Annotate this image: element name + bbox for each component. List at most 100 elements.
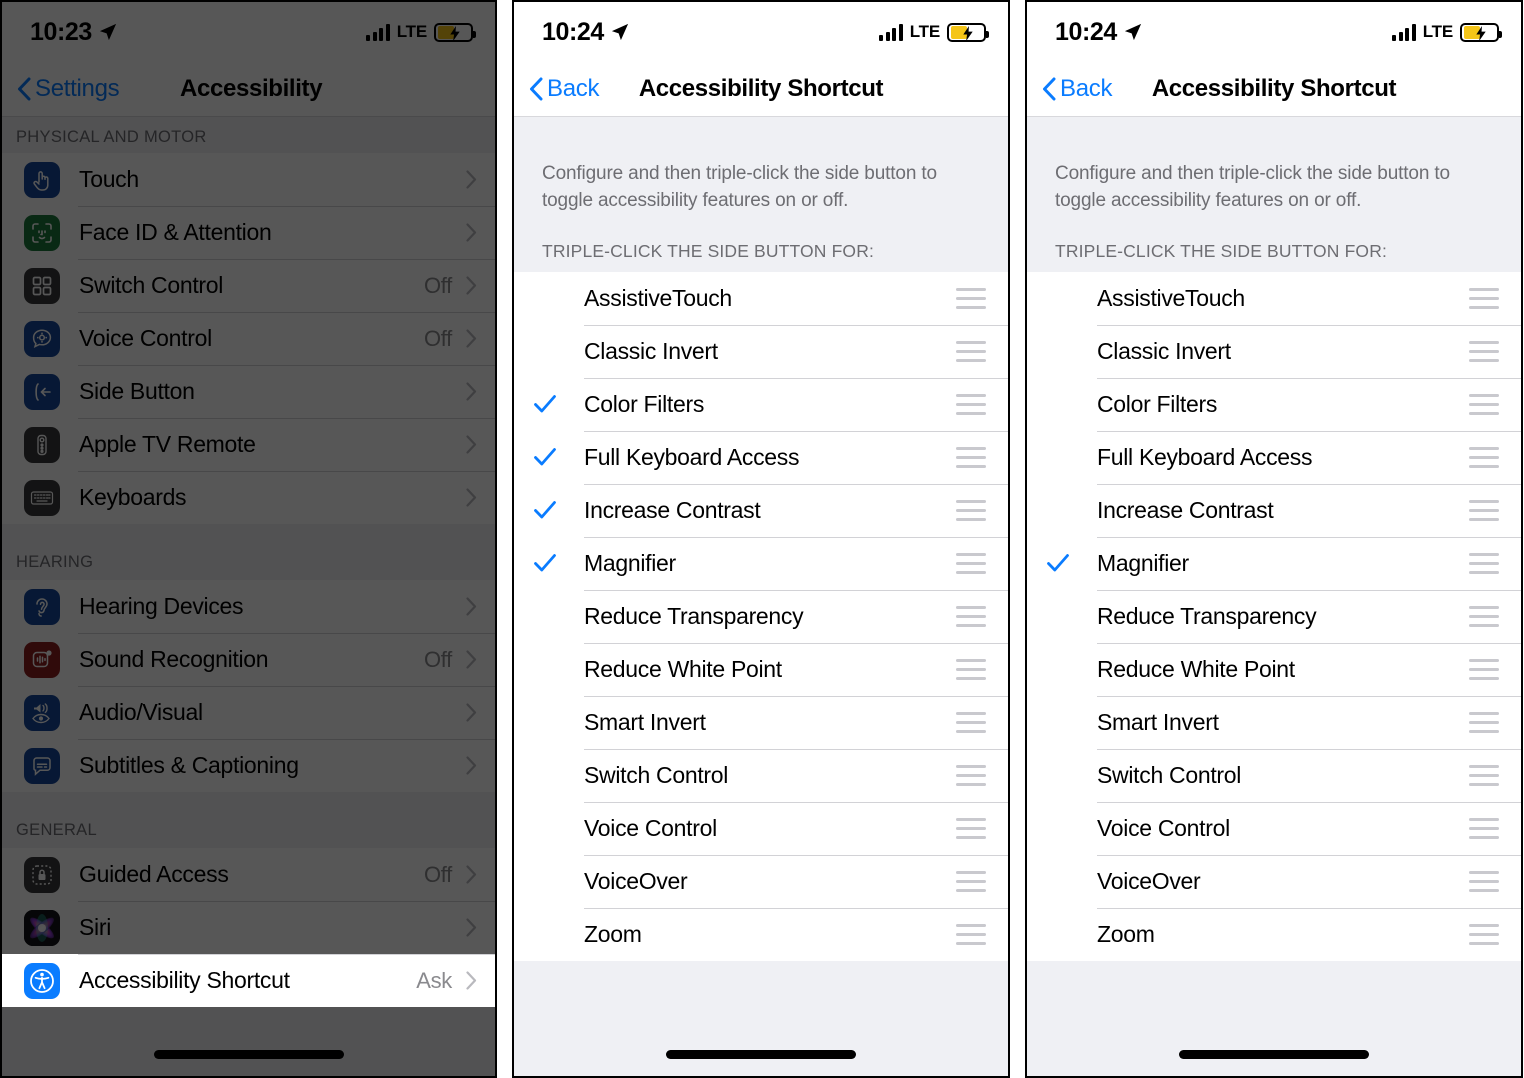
shortcut-item-reduce-transparency[interactable]: Reduce Transparency [1027, 589, 1521, 643]
reorder-handle-icon[interactable] [956, 605, 986, 627]
shortcut-item-zoom[interactable]: Zoom [514, 907, 1008, 961]
shortcut-item-full-keyboard-access[interactable]: Full Keyboard Access [514, 430, 1008, 484]
shortcut-item-voice-control[interactable]: Voice Control [1027, 801, 1521, 855]
shortcut-item-classic-invert[interactable]: Classic Invert [514, 324, 1008, 378]
shortcut-item-assistivetouch[interactable]: AssistiveTouch [1027, 271, 1521, 325]
settings-row-voice-control[interactable]: Voice Control Off [2, 312, 495, 365]
reorder-handle-icon[interactable] [956, 446, 986, 468]
shortcut-item-zoom[interactable]: Zoom [1027, 907, 1521, 961]
chevron-right-icon [466, 597, 477, 616]
shortcut-item-full-keyboard-access[interactable]: Full Keyboard Access [1027, 430, 1521, 484]
settings-row-subtitles-captioning[interactable]: Subtitles & Captioning [2, 739, 495, 792]
settings-row-accessibility-shortcut[interactable]: Accessibility Shortcut Ask [2, 954, 495, 1007]
carrier-label: LTE [909, 22, 940, 41]
shortcut-scroll-area[interactable]: Configure and then triple-click the side… [1027, 117, 1521, 1076]
reorder-handle-icon[interactable] [956, 499, 986, 521]
reorder-handle-icon[interactable] [1469, 393, 1499, 415]
settings-row-keyboards[interactable]: Keyboards [2, 471, 495, 524]
shortcut-item-voiceover[interactable]: VoiceOver [1027, 854, 1521, 908]
shortcut-item-color-filters[interactable]: Color Filters [514, 377, 1008, 431]
reorder-handle-icon[interactable] [956, 764, 986, 786]
shortcut-item-smart-invert[interactable]: Smart Invert [514, 695, 1008, 749]
navigation-bar: Back Accessibility Shortcut [514, 62, 1008, 117]
phone-panel-accessibility-settings: 10:23 LTE Settings Accessibility PHYSICA… [0, 0, 497, 1078]
reorder-handle-icon[interactable] [1469, 658, 1499, 680]
reorder-handle-icon[interactable] [956, 552, 986, 574]
reorder-handle-icon[interactable] [956, 711, 986, 733]
settings-row-side-button[interactable]: Side Button [2, 365, 495, 418]
shortcut-item-magnifier[interactable]: Magnifier [1027, 536, 1521, 590]
switch-control-icon [24, 267, 60, 304]
chevron-right-icon [466, 382, 477, 401]
reorder-handle-icon[interactable] [1469, 764, 1499, 786]
guided-access-icon [24, 856, 60, 893]
home-indicator[interactable] [666, 1050, 856, 1059]
reorder-handle-icon[interactable] [1469, 287, 1499, 309]
home-indicator[interactable] [153, 1050, 344, 1059]
back-button[interactable]: Back [1027, 75, 1112, 103]
chevron-right-icon [466, 276, 477, 295]
settings-scroll-area[interactable]: PHYSICAL AND MOTOR Touch Face ID & Atten… [2, 117, 495, 1076]
chevron-right-icon [466, 329, 477, 348]
shortcut-item-label: Full Keyboard Access [584, 443, 800, 470]
settings-row-label: Keyboards [79, 484, 187, 510]
shortcut-item-switch-control[interactable]: Switch Control [1027, 748, 1521, 802]
settings-row-sound-recognition[interactable]: Sound Recognition Off [2, 633, 495, 686]
reorder-handle-icon[interactable] [1469, 923, 1499, 945]
settings-row-siri[interactable]: Siri [2, 901, 495, 954]
reorder-handle-icon[interactable] [956, 870, 986, 892]
reorder-handle-icon[interactable] [1469, 605, 1499, 627]
shortcut-scroll-area[interactable]: Configure and then triple-click the side… [514, 117, 1008, 1076]
settings-row-face-id-attention[interactable]: Face ID & Attention [2, 206, 495, 259]
shortcut-item-voice-control[interactable]: Voice Control [514, 801, 1008, 855]
home-indicator[interactable] [1179, 1050, 1369, 1059]
settings-row-switch-control[interactable]: Switch Control Off [2, 259, 495, 312]
status-bar-right: LTE [879, 22, 989, 42]
check-slot [1027, 551, 1097, 575]
settings-row-audio-visual[interactable]: Audio/Visual [2, 686, 495, 739]
reorder-handle-icon[interactable] [956, 287, 986, 309]
settings-row-hearing-devices[interactable]: Hearing Devices [2, 580, 495, 633]
reorder-handle-icon[interactable] [956, 393, 986, 415]
shortcut-item-assistivetouch[interactable]: AssistiveTouch [514, 271, 1008, 325]
shortcut-item-color-filters[interactable]: Color Filters [1027, 377, 1521, 431]
phone-panel-shortcut-after: 10:24 LTE Back Accessibility Shortcut Co… [1025, 0, 1523, 1078]
reorder-handle-icon[interactable] [1469, 446, 1499, 468]
reorder-handle-icon[interactable] [956, 658, 986, 680]
audio-visual-icon [24, 694, 60, 731]
shortcut-item-label: Increase Contrast [1097, 496, 1274, 523]
reorder-handle-icon[interactable] [956, 923, 986, 945]
check-slot [514, 392, 584, 416]
reorder-handle-icon[interactable] [1469, 340, 1499, 362]
shortcut-item-label: Color Filters [1097, 390, 1218, 417]
settings-row-value: Off [423, 272, 452, 298]
status-bar: 10:24 LTE [1027, 2, 1521, 62]
shortcut-item-reduce-white-point[interactable]: Reduce White Point [514, 642, 1008, 696]
shortcut-item-classic-invert[interactable]: Classic Invert [1027, 324, 1521, 378]
check-slot [514, 551, 584, 575]
shortcut-item-switch-control[interactable]: Switch Control [514, 748, 1008, 802]
settings-row-touch[interactable]: Touch [2, 153, 495, 206]
shortcut-item-reduce-white-point[interactable]: Reduce White Point [1027, 642, 1521, 696]
shortcut-item-voiceover[interactable]: VoiceOver [514, 854, 1008, 908]
shortcut-item-magnifier[interactable]: Magnifier [514, 536, 1008, 590]
back-button-settings[interactable]: Settings [2, 75, 120, 103]
shortcut-item-increase-contrast[interactable]: Increase Contrast [1027, 483, 1521, 537]
reorder-handle-icon[interactable] [1469, 552, 1499, 574]
reorder-handle-icon[interactable] [956, 340, 986, 362]
reorder-handle-icon[interactable] [1469, 870, 1499, 892]
reorder-handle-icon[interactable] [1469, 499, 1499, 521]
checkmark-icon [1047, 554, 1069, 572]
back-button[interactable]: Back [514, 75, 599, 103]
touch-icon [24, 161, 60, 198]
settings-row-guided-access[interactable]: Guided Access Off [2, 848, 495, 901]
shortcut-item-increase-contrast[interactable]: Increase Contrast [514, 483, 1008, 537]
reorder-handle-icon[interactable] [1469, 817, 1499, 839]
shortcut-item-smart-invert[interactable]: Smart Invert [1027, 695, 1521, 749]
reorder-handle-icon[interactable] [956, 817, 986, 839]
status-bar-left: 10:24 [542, 18, 629, 47]
shortcut-item-reduce-transparency[interactable]: Reduce Transparency [514, 589, 1008, 643]
reorder-handle-icon[interactable] [1469, 711, 1499, 733]
settings-row-apple-tv-remote[interactable]: Apple TV Remote [2, 418, 495, 471]
status-bar: 10:23 LTE [2, 2, 495, 62]
